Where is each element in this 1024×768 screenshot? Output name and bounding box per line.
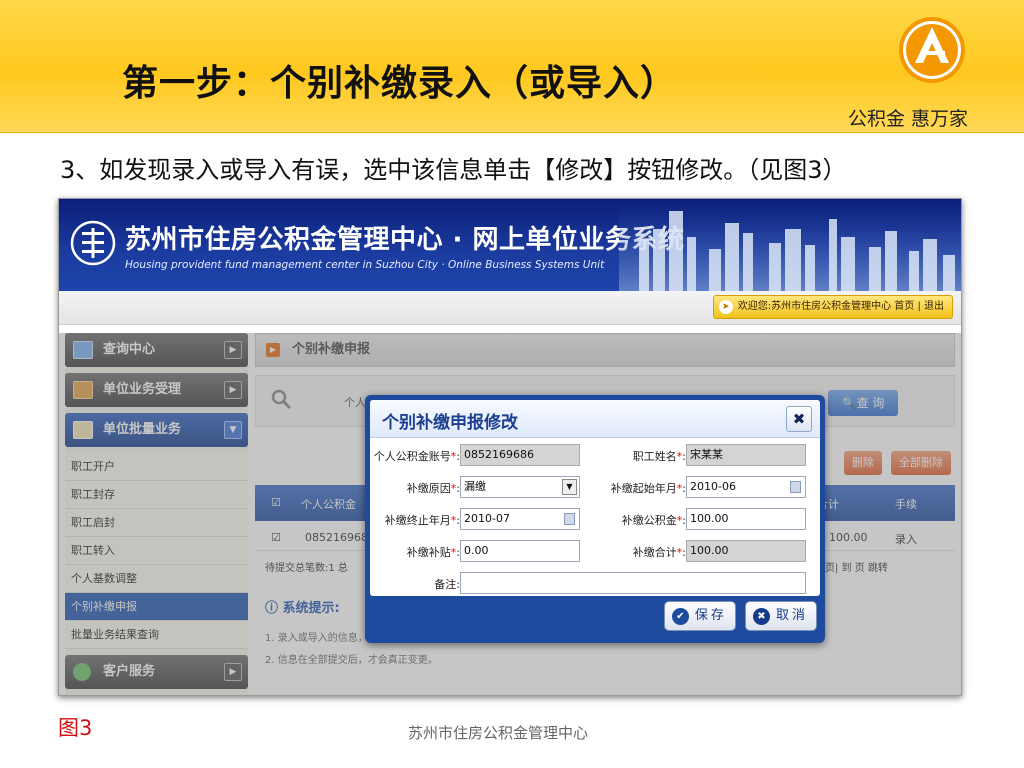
instruction-text: 3、如发现录入或导入有误，选中该信息单击【修改】按钮修改。（见图3） [60,156,847,184]
reason-select[interactable]: 漏缴 ▼ [460,476,580,498]
dialog-buttons: ✔ 保存 ✖ 取消 [660,601,817,631]
dialog-title: 个别补缴申报修改 [382,413,518,433]
end-month-field[interactable]: 2010-07 [460,508,580,530]
slide-header: 第一步：个别补缴录入（或导入） 公积金 惠万家 [0,0,1024,133]
slogan: 公积金 惠万家 [848,108,969,130]
cancel-button-label: 取消 [775,608,808,623]
account-label: 个人公积金账号*: [373,450,460,463]
start-month-label: 补缴起始年月*: [610,482,686,495]
name-label: 职工姓名*: [632,450,686,463]
edit-supplement-dialog: 个别补缴申报修改 ✖ 个人公积金账号*: 0852169686 职工姓名*: 宋… [365,395,825,643]
checkmark-icon: ✔ [671,608,689,625]
save-button-label: 保存 [694,608,727,623]
app-subtitle: Housing provident fund management center… [125,259,605,271]
start-month-value: 2010-06 [690,480,736,493]
city-skyline-image [619,199,961,291]
save-button[interactable]: ✔ 保存 [663,601,736,631]
fund-label: 补缴公积金*: [621,514,686,527]
start-month-field[interactable]: 2010-06 [686,476,806,498]
app-title: 苏州市住房公积金管理中心 · 网上单位业务系统 [125,225,685,255]
welcome-strip: ➤ 欢迎您:苏州市住房公积金管理中心 首页 | 退出 [59,291,961,325]
subsidy-label: 补缴补贴*: [406,546,460,559]
app-screenshot: 苏州市住房公积金管理中心 · 网上单位业务系统 Housing providen… [58,198,962,696]
remark-label: 备注: [434,578,460,591]
slide-title: 第一步：个别补缴录入（或导入） [122,63,678,104]
name-field[interactable]: 宋某某 [686,444,806,466]
remark-field[interactable] [460,572,806,594]
dialog-titlebar: 个别补缴申报修改 ✖ [370,400,820,438]
calendar-icon[interactable] [564,513,575,525]
subsidy-field[interactable]: 0.00 [460,540,580,562]
cancel-button[interactable]: ✖ 取消 [744,601,817,631]
total-label: 补缴合计*: [632,546,686,559]
close-button[interactable]: ✖ [786,406,812,432]
dropdown-arrow-icon[interactable]: ▼ [562,479,577,495]
arrow-right-icon: ➤ [718,300,733,314]
footer-text: 苏州市住房公积金管理中心 [408,724,589,742]
welcome-text[interactable]: 欢迎您:苏州市住房公积金管理中心 首页 | 退出 [738,301,944,312]
welcome-bar: ➤ 欢迎您:苏州市住房公积金管理中心 首页 | 退出 [712,295,953,319]
figure-label: 图3 [58,716,93,740]
close-icon: ✖ [792,410,806,428]
end-month-label: 补缴终止年月*: [384,514,460,527]
fund-center-logo-icon [70,220,116,266]
total-field[interactable]: 100.00 [686,540,806,562]
cancel-icon: ✖ [752,608,770,625]
calendar-icon[interactable] [790,481,801,493]
app-banner: 苏州市住房公积金管理中心 · 网上单位业务系统 Housing providen… [59,199,961,291]
fund-field[interactable]: 100.00 [686,508,806,530]
account-field[interactable]: 0852169686 [460,444,580,466]
dialog-body: 个别补缴申报修改 ✖ 个人公积金账号*: 0852169686 职工姓名*: 宋… [370,400,820,596]
end-month-value: 2010-07 [464,512,510,525]
reason-value: 漏缴 [464,480,486,493]
logo-icon [899,17,965,83]
reason-label: 补缴原因*: [406,482,460,495]
